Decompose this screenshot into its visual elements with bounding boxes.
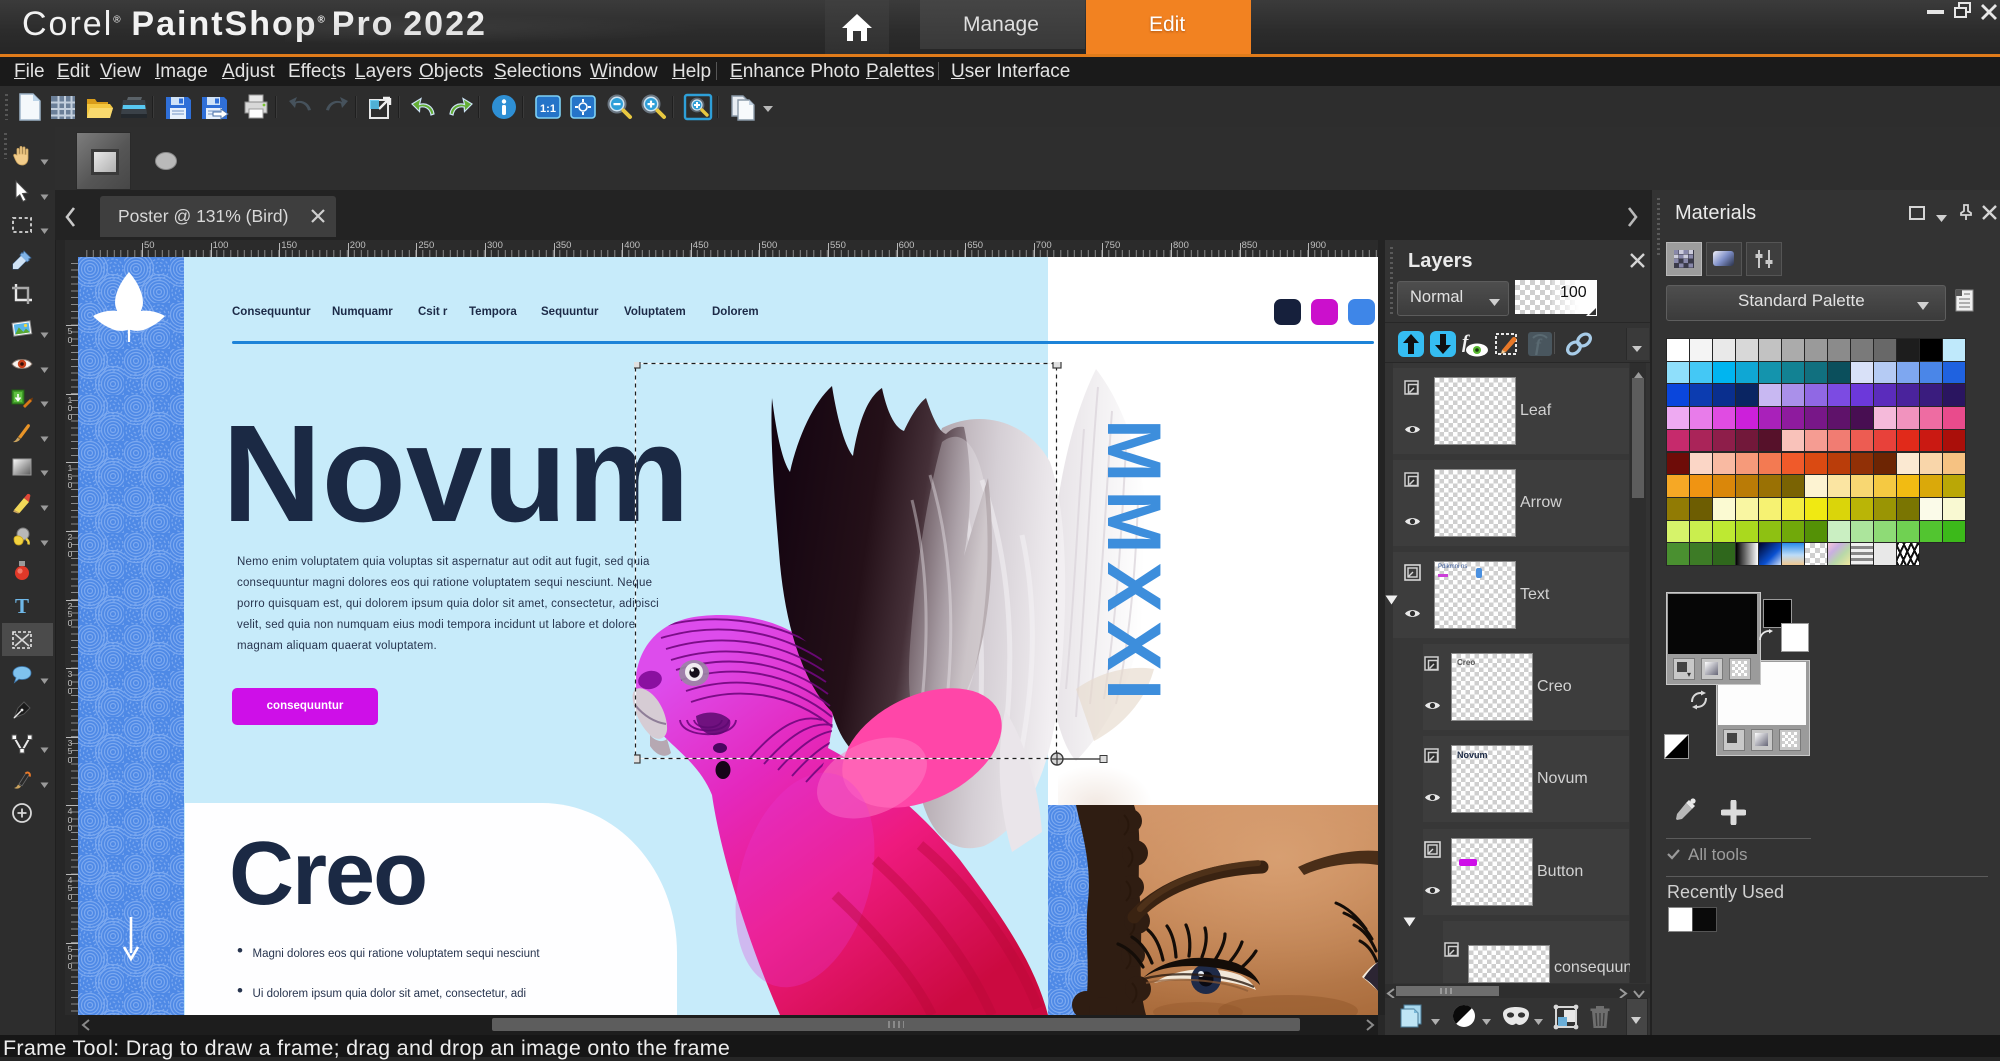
svg-text:T: T (15, 594, 29, 618)
svg-text:1:1: 1:1 (540, 103, 556, 115)
